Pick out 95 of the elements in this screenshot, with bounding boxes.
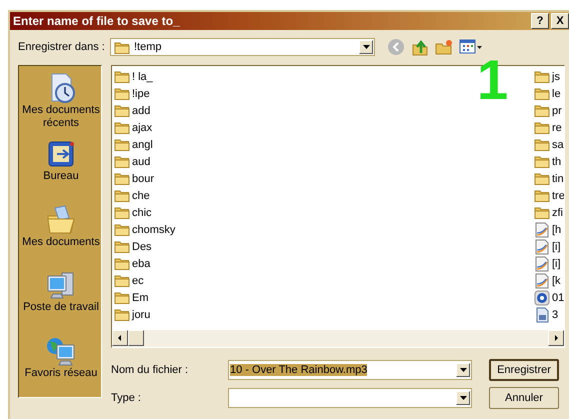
close-button[interactable]: X [551, 13, 569, 29]
folder-icon [114, 120, 130, 135]
help-button[interactable]: ? [531, 13, 549, 29]
file-name[interactable]: chic [132, 206, 152, 218]
file-name[interactable]: ajax [132, 122, 152, 134]
file-name[interactable]: tin [552, 172, 564, 184]
file-name[interactable]: 3 [552, 308, 558, 320]
folder-icon [114, 188, 130, 203]
save-button[interactable]: Enregistrer [489, 359, 559, 381]
file-name[interactable]: ! la_ [132, 70, 153, 82]
horizontal-scrollbar[interactable] [112, 330, 564, 347]
file-name[interactable]: js [552, 70, 560, 82]
file-name-field[interactable]: 10 - Over The Rainbow.mp3 [228, 360, 472, 380]
folder-icon [114, 307, 130, 322]
caret-icon [460, 396, 466, 400]
save-in-dropdown[interactable]: !temp [110, 38, 375, 56]
places-bar-item[interactable]: Favoris réseau [20, 335, 102, 380]
file-name[interactable]: [k [552, 274, 561, 286]
folder-icon [534, 103, 550, 118]
folder-icon [114, 154, 130, 169]
file-name[interactable]: chomsky [132, 224, 176, 236]
places-bar-item[interactable]: Mes documents [20, 204, 102, 249]
image-file-icon [534, 306, 550, 322]
folder-icon [534, 137, 550, 152]
folder-up-button[interactable] [411, 38, 429, 56]
file-name[interactable]: add [132, 104, 150, 116]
dropdown-arrow-button[interactable] [359, 40, 373, 54]
type-label: Type : [111, 392, 142, 404]
folder-icon [534, 171, 550, 186]
file-name[interactable]: ec [132, 274, 144, 286]
file-name[interactable]: aud [132, 156, 150, 168]
folder-name: !temp [134, 41, 162, 53]
document-icon [534, 272, 550, 288]
folder-icon [114, 273, 130, 288]
file-name[interactable]: pr [552, 104, 562, 116]
folder-up-icon [411, 38, 429, 56]
folder-icon [534, 205, 550, 220]
folder-icon [114, 103, 130, 118]
network-computer-icon [45, 335, 77, 368]
file-name[interactable]: [h [552, 224, 562, 236]
new-folder-icon [435, 38, 453, 56]
file-name[interactable]: bour [132, 172, 154, 184]
places-bar-item[interactable]: Poste de travail [20, 269, 102, 314]
file-name[interactable]: angl [132, 138, 153, 150]
file-name[interactable]: eba [132, 258, 150, 270]
file-name[interactable]: th [552, 156, 562, 168]
places-bar-item[interactable]: Bureau [20, 138, 102, 183]
caret-icon [460, 368, 466, 372]
file-name[interactable]: joru [132, 308, 150, 320]
file-name[interactable]: che [132, 190, 150, 202]
file-name-label: Nom du fichier : [111, 364, 190, 376]
folder-icon [114, 239, 130, 254]
cancel-button[interactable]: Annuler [489, 387, 559, 409]
file-name[interactable]: tre [552, 190, 564, 202]
save-in-label: Enregistrer dans : [18, 41, 106, 53]
document-icon [534, 238, 550, 254]
media-file-icon [534, 290, 550, 306]
window-title: Enter name of file to save to_ [13, 14, 181, 28]
folder-icon [114, 69, 130, 84]
dropdown-arrow-button[interactable] [456, 391, 470, 405]
folder-icon [114, 222, 130, 237]
new-folder-button[interactable] [435, 38, 453, 56]
folder-icon [114, 137, 130, 152]
folder-icon [114, 205, 130, 220]
file-name[interactable]: zfi [552, 206, 563, 218]
file-name[interactable]: [i] [552, 240, 561, 252]
folder-icon [534, 188, 550, 203]
folder-icon [114, 256, 130, 271]
caret-icon [362, 45, 370, 49]
file-name[interactable]: le [552, 88, 561, 100]
file-name-value: 10 - Over The Rainbow.mp3 [230, 364, 368, 376]
view-menu-icon [459, 38, 483, 56]
folder-icon [114, 171, 130, 186]
dropdown-arrow-button[interactable] [456, 363, 470, 377]
folder-icon [114, 40, 130, 54]
file-name[interactable]: re [552, 122, 562, 134]
folder-icon [534, 69, 550, 84]
folder-icon [114, 86, 130, 101]
open-folder-icon [45, 204, 77, 236]
folder-icon [114, 290, 130, 305]
back-icon [387, 38, 405, 56]
file-name[interactable]: 01 [552, 292, 564, 304]
file-name[interactable]: [i] [552, 258, 561, 270]
annotation-number: 1 [477, 52, 508, 108]
file-name[interactable]: !ipe [132, 88, 150, 100]
view-menu-button[interactable] [459, 38, 483, 56]
file-name[interactable]: Em [132, 292, 148, 304]
folder-icon [534, 86, 550, 101]
document-icon [534, 222, 550, 238]
document-icon [534, 256, 550, 272]
folder-icon [534, 154, 550, 169]
places-bar-item[interactable]: Mes documents récents [20, 72, 102, 130]
file-name[interactable]: Des [132, 240, 152, 252]
folder-icon [534, 120, 550, 135]
file-name[interactable]: sa [552, 138, 564, 150]
